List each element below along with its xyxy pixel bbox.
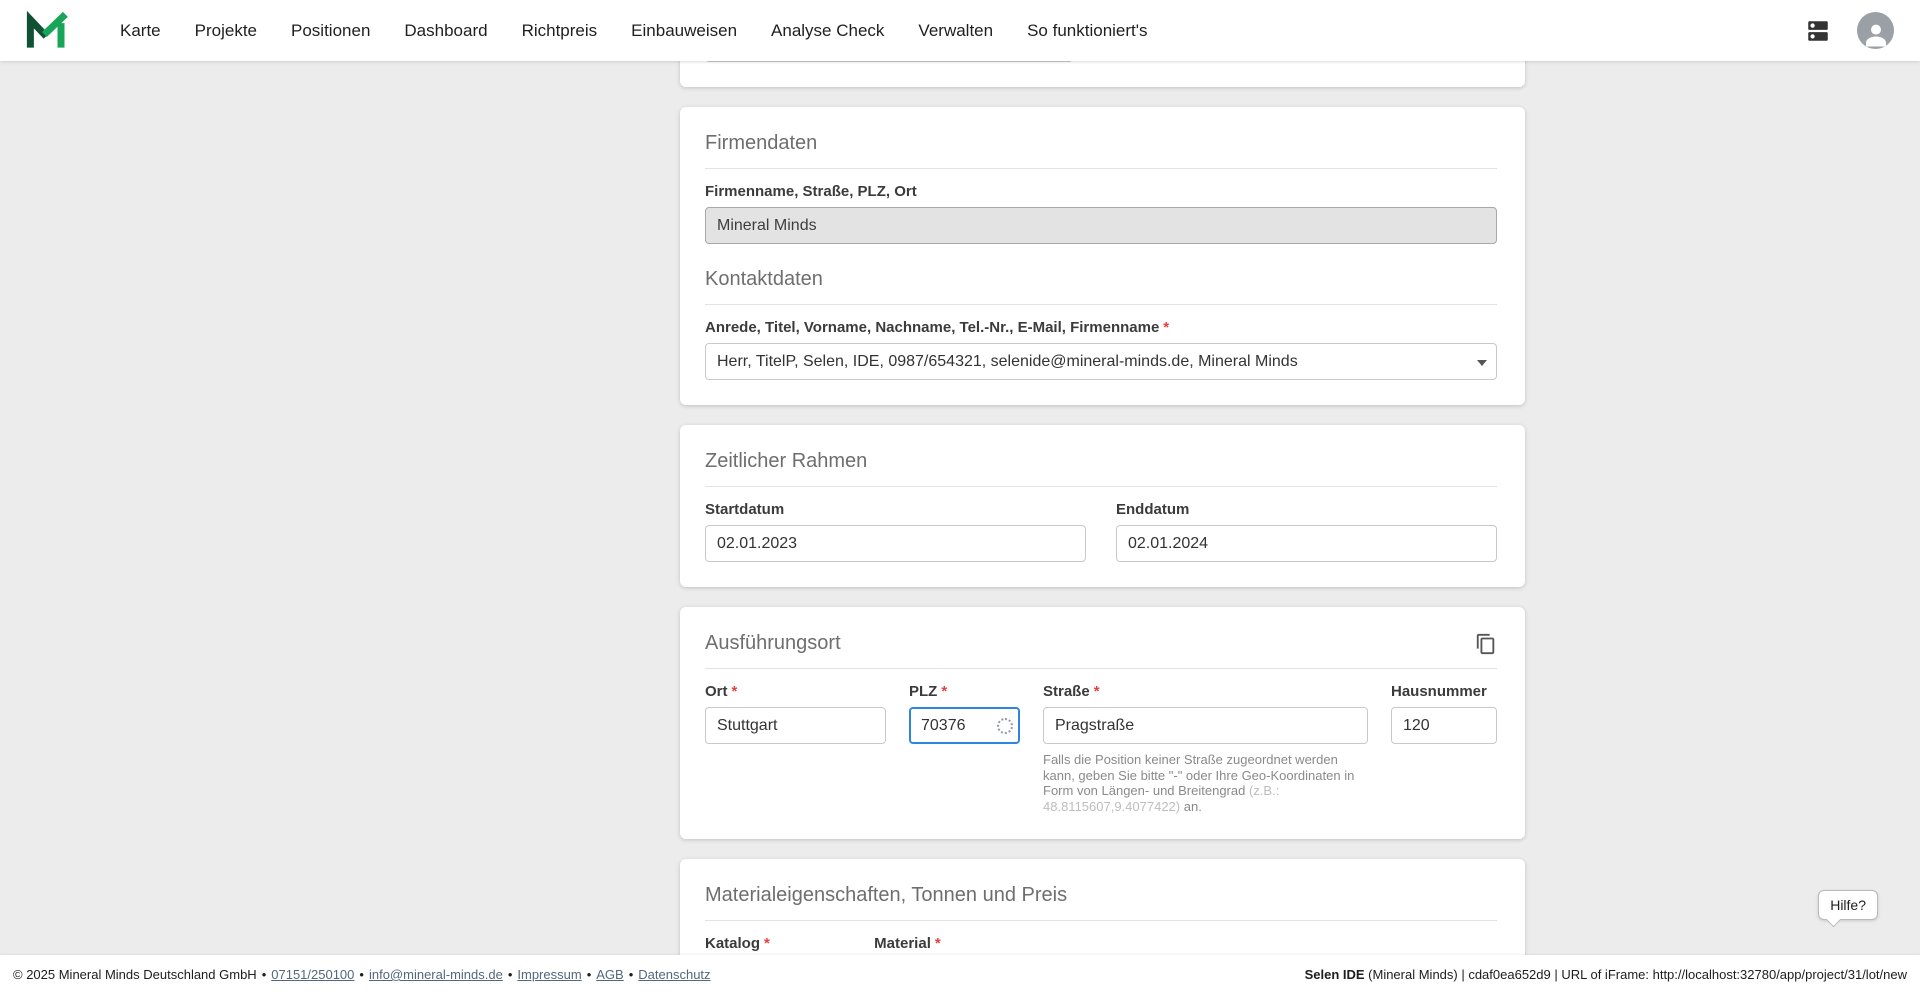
kontaktdaten-title: Kontaktdaten: [705, 268, 1497, 305]
footer-ide-name: Selen IDE: [1304, 967, 1365, 982]
firmendaten-title-text: Firmendaten: [705, 132, 818, 154]
strasse-hint-text: Falls die Position keiner Straße zugeord…: [1043, 752, 1355, 814]
nav-item-positionen[interactable]: Positionen: [291, 21, 370, 41]
zeitraum-title-text: Zeitlicher Rahmen: [705, 450, 868, 472]
hausnummer-label: Hausnummer: [1391, 683, 1487, 700]
footer-left: © 2025 Mineral Minds Deutschland GmbH 071…: [13, 967, 711, 982]
hausnummer-field-group: Hausnummer: [1391, 683, 1497, 814]
required-asterisk: *: [934, 935, 941, 953]
person-icon: [1865, 24, 1886, 47]
firmendaten-title: Firmendaten: [705, 132, 1497, 169]
ausfuehrungsort-title: Ausführungsort: [705, 632, 1497, 669]
required-asterisk: *: [1093, 683, 1100, 700]
card-zeitlicher-rahmen: Zeitlicher Rahmen Startdatum Enddatum: [680, 425, 1525, 587]
firmenname-label: Firmenname, Straße, PLZ, Ort: [705, 183, 917, 200]
nav-item-richtpreis[interactable]: Richtpreis: [522, 21, 598, 41]
zeitraum-title: Zeitlicher Rahmen: [705, 450, 1497, 487]
footer-separator: [354, 967, 369, 982]
footer-separator: [257, 967, 272, 982]
enddatum-field-group: Enddatum: [1116, 501, 1497, 562]
card-material: Materialeigenschaften, Tonnen und Preis …: [680, 859, 1525, 955]
copy-icon[interactable]: [1475, 633, 1497, 655]
kontakt-field-group: Anrede, Titel, Vorname, Nachname, Tel.-N…: [705, 319, 1497, 380]
nav-item-einbauweisen[interactable]: Einbauweisen: [631, 21, 737, 41]
material-row: Katalog* MM | AVV Material* 01 Abfälle, …: [705, 935, 1497, 955]
footer-impressum-link[interactable]: Impressum: [517, 967, 581, 982]
user-avatar[interactable]: [1857, 12, 1894, 49]
ausfuehrungsort-title-text: Ausführungsort: [705, 632, 841, 654]
material-field-group: Material* 01 Abfälle, die beim Aufsuchen…: [874, 935, 1214, 955]
footer: © 2025 Mineral Minds Deutschland GmbH 071…: [0, 955, 1920, 994]
nav-item-verwalten[interactable]: Verwalten: [918, 21, 993, 41]
cutoff-field-input[interactable]: [705, 61, 1073, 62]
footer-separator: [582, 967, 597, 982]
kontakt-select[interactable]: Herr, TitelP, Selen, IDE, 0987/654321, s…: [705, 343, 1497, 380]
footer-email-link[interactable]: info@mineral-minds.de: [369, 967, 503, 982]
loading-spinner-icon: [997, 717, 1013, 734]
help-button[interactable]: Hilfe?: [1818, 890, 1878, 920]
card-ausfuehrungsort: Ausführungsort Ort* PLZ*: [680, 607, 1525, 840]
zeitraum-row: Startdatum Enddatum: [705, 501, 1497, 562]
plz-label: PLZ *: [909, 683, 948, 700]
logo-m-check-icon: [26, 10, 68, 48]
hausnummer-input[interactable]: [1391, 707, 1497, 744]
plz-field-group: PLZ *: [909, 683, 1020, 814]
navbar-right: [1803, 12, 1894, 49]
strasse-field-group: Straße* Falls die Position keiner Straße…: [1043, 683, 1368, 814]
chevron-down-icon: [1477, 359, 1487, 371]
nav-item-karte[interactable]: Karte: [120, 21, 161, 41]
lot-new-page: { "navbar": { "items": ["Karte", "Projek…: [0, 0, 1920, 994]
nav-item-projekte[interactable]: Projekte: [195, 21, 257, 41]
main-nav: Karte Projekte Positionen Dashboard Rich…: [120, 21, 1148, 41]
plz-input-wrapper: [909, 707, 1020, 744]
katalog-field-group: Katalog* MM | AVV: [705, 935, 836, 955]
startdatum-field-group: Startdatum: [705, 501, 1086, 562]
mineral-minds-logo[interactable]: [26, 10, 68, 51]
card-cutoff-top: [680, 61, 1525, 87]
material-label: Material *: [874, 935, 941, 953]
required-asterisk: *: [1163, 319, 1170, 336]
ort-label: Ort *: [705, 683, 738, 700]
footer-separator: [624, 967, 639, 982]
footer-copyright: © 2025 Mineral Minds Deutschland GmbH: [13, 967, 257, 982]
card-firmendaten: Firmendaten Firmenname, Straße, PLZ, Ort…: [680, 107, 1525, 405]
firmenname-input: [705, 207, 1497, 244]
kontaktdaten-title-text: Kontaktdaten: [705, 268, 823, 290]
nav-item-so-funktionierts[interactable]: So funktioniert's: [1027, 21, 1147, 41]
footer-phone-link[interactable]: 07151/250100: [271, 967, 354, 982]
enddatum-input[interactable]: [1116, 525, 1497, 562]
footer-right: Selen IDE (Mineral Minds) | cdaf0ea652d9…: [1305, 967, 1907, 982]
required-asterisk: *: [764, 935, 770, 953]
firmenname-field-group: Firmenname, Straße, PLZ, Ort: [705, 183, 1497, 244]
ort-field-group: Ort *: [705, 683, 886, 814]
strasse-label: Straße *: [1043, 683, 1100, 700]
required-asterisk: *: [731, 683, 738, 700]
footer-iframe-info: (Mineral Minds) | cdaf0ea652d9 | URL of …: [1364, 967, 1907, 982]
material-title-text: Materialeigenschaften, Tonnen und Preis: [705, 884, 1068, 907]
server-icon[interactable]: [1803, 18, 1833, 44]
kontakt-label: Anrede, Titel, Vorname, Nachname, Tel.-N…: [705, 319, 1170, 336]
nav-item-analyse-check[interactable]: Analyse Check: [771, 21, 884, 41]
material-title: Materialeigenschaften, Tonnen und Preis: [705, 884, 1497, 922]
startdatum-label: Startdatum: [705, 501, 785, 518]
kontakt-select-value: Herr, TitelP, Selen, IDE, 0987/654321, s…: [717, 352, 1298, 370]
startdatum-input[interactable]: [705, 525, 1086, 562]
ausfuehrungsort-row: Ort* PLZ* Straße* Falls die Po: [705, 683, 1497, 814]
footer-datenschutz-link[interactable]: Datenschutz: [638, 967, 710, 982]
ort-input[interactable]: [705, 707, 886, 744]
enddatum-label: Enddatum: [1116, 501, 1190, 518]
main-content: Firmendaten Firmenname, Straße, PLZ, Ort…: [0, 61, 1920, 955]
katalog-label: Katalog *: [705, 935, 770, 953]
top-navbar: Karte Projekte Positionen Dashboard Rich…: [0, 0, 1920, 61]
strasse-input[interactable]: [1043, 707, 1368, 744]
required-asterisk: *: [941, 683, 948, 700]
footer-agb-link[interactable]: AGB: [596, 967, 623, 982]
nav-item-dashboard[interactable]: Dashboard: [404, 21, 487, 41]
footer-separator: [503, 967, 518, 982]
